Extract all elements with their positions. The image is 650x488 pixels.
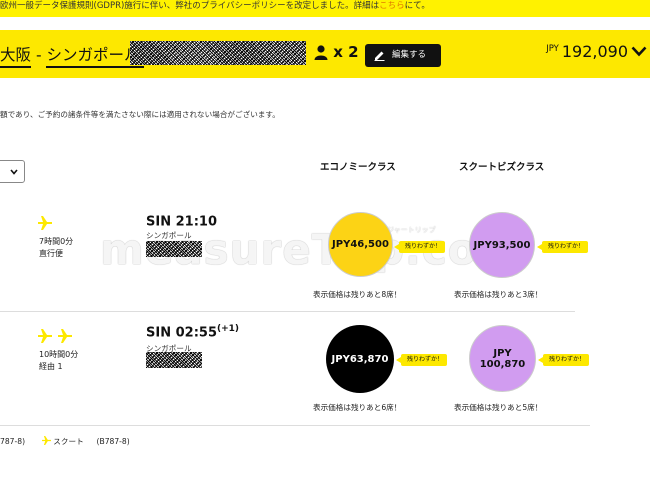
plane-icon bbox=[41, 436, 51, 445]
biz-fare-button[interactable]: JPY 100,870 bbox=[469, 325, 536, 392]
route-separator: - bbox=[31, 46, 47, 64]
aircraft-type: 787-8) bbox=[0, 437, 26, 446]
flight-duration: 10時間0分 経由 1 bbox=[39, 349, 78, 373]
price-notice: 額であり、ご予約の諸条件等を満たさない際には適用されない場合がございます。 bbox=[0, 110, 280, 119]
economy-column-header: エコノミークラス bbox=[320, 162, 396, 173]
pencil-icon bbox=[374, 51, 385, 61]
arrival-day-offset: (+1) bbox=[217, 324, 240, 334]
duration-text: 10時間0分 bbox=[39, 350, 79, 359]
airline-name: スクート bbox=[53, 437, 84, 446]
sort-select[interactable] bbox=[0, 160, 25, 183]
biz-column-header: スクートビズクラス bbox=[459, 162, 545, 173]
economy-fare-button[interactable]: JPY46,500 bbox=[328, 212, 393, 277]
arrival-time: SIN 02:55(+1) bbox=[146, 324, 239, 340]
redacted-dates bbox=[130, 41, 306, 65]
plane-icon bbox=[38, 329, 52, 343]
redacted-airport bbox=[146, 241, 202, 257]
duration-text: 7時間0分 bbox=[39, 237, 74, 246]
economy-fare-price: JPY63,870 bbox=[331, 353, 389, 365]
biz-fare-price: JPY 100,870 bbox=[480, 348, 526, 370]
route: 大阪 - シンガポール, bbox=[0, 43, 145, 68]
arrival-time-text: SIN 21:10 bbox=[146, 214, 217, 230]
few-left-badge: 残りわずか！ bbox=[395, 354, 448, 366]
stops-text: 直行便 bbox=[39, 249, 63, 258]
few-left-badge: 残りわずか！ bbox=[393, 241, 446, 253]
chevron-down-icon bbox=[10, 169, 18, 175]
aircraft-type: (B787-8) bbox=[96, 437, 130, 446]
total-price[interactable]: JPY 192,090 bbox=[546, 42, 628, 61]
biz-fare-price: JPY93,500 bbox=[473, 239, 531, 251]
flight-duration: 7時間0分 直行便 bbox=[39, 236, 73, 260]
few-left-badge: 残りわずか！ bbox=[537, 354, 590, 366]
economy-seats-left: 表示価格は残りあと8席！ bbox=[313, 290, 402, 299]
economy-fare-price: JPY46,500 bbox=[332, 239, 389, 250]
search-summary-bar: 大阪 - シンガポール, x 2 編集する JPY 192,090 bbox=[0, 30, 650, 78]
route-origin: 大阪 bbox=[0, 46, 32, 68]
gdpr-suffix: にて。 bbox=[404, 1, 430, 11]
passenger-count-text: x 2 bbox=[333, 43, 359, 61]
economy-fare-button[interactable]: JPY63,870 bbox=[326, 325, 394, 393]
biz-fare-amount: 100,870 bbox=[479, 358, 526, 370]
aircraft-legend: 787-8) スクート (B787-8) bbox=[0, 436, 130, 447]
row-divider bbox=[0, 311, 575, 312]
gdpr-link[interactable]: こちら bbox=[379, 1, 405, 11]
gdpr-banner: 欧州一般データ保護規則(GDPR)施行に伴い、弊社のプライバシーポリシーを改定し… bbox=[0, 0, 650, 17]
plane-icon bbox=[58, 329, 72, 343]
biz-fare-currency: JPY bbox=[493, 347, 512, 359]
person-icon bbox=[314, 45, 328, 60]
biz-seats-left: 表示価格は残りあと3席！ bbox=[454, 290, 543, 299]
arrival-city: シンガポール bbox=[146, 231, 192, 240]
few-left-badge: 残りわずか！ bbox=[536, 241, 589, 253]
row-divider bbox=[0, 425, 590, 426]
total-currency: JPY bbox=[546, 44, 559, 54]
redacted-airport bbox=[146, 352, 202, 368]
biz-seats-left: 表示価格は残りあと5席！ bbox=[454, 403, 543, 412]
gdpr-text: 欧州一般データ保護規則(GDPR)施行に伴い、弊社のプライバシーポリシーを改定し… bbox=[0, 1, 380, 11]
passenger-count: x 2 bbox=[314, 43, 359, 61]
biz-fare-button[interactable]: JPY93,500 bbox=[469, 212, 535, 278]
edit-button-label: 編集する bbox=[392, 50, 427, 60]
arrival-time: SIN 21:10 bbox=[146, 213, 217, 229]
arrival-time-text: SIN 02:55 bbox=[146, 325, 217, 341]
edit-button[interactable]: 編集する bbox=[365, 44, 441, 67]
chevron-down-icon[interactable] bbox=[631, 46, 647, 57]
stops-text: 経由 1 bbox=[39, 362, 63, 371]
total-amount: 192,090 bbox=[561, 42, 628, 61]
economy-seats-left: 表示価格は残りあと6席！ bbox=[313, 403, 402, 412]
plane-icon bbox=[38, 216, 52, 230]
